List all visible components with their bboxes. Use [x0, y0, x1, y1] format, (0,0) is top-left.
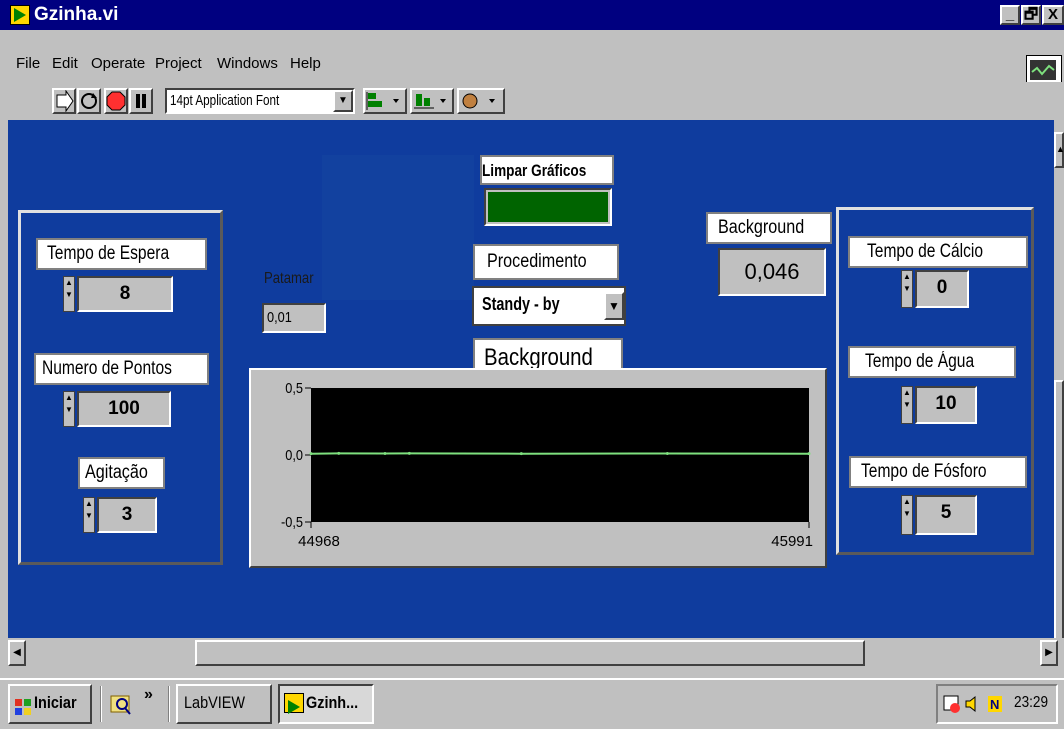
font-select[interactable]: 14pt Application Font: [165, 88, 355, 114]
data-point: [807, 452, 811, 456]
data-point: [383, 452, 387, 456]
patamar-label: Patamar: [264, 270, 314, 287]
menu-project[interactable]: Project: [155, 55, 202, 72]
abort-button[interactable]: [104, 88, 128, 114]
reorder-button[interactable]: [457, 88, 505, 114]
tempo-calcio-field[interactable]: 0: [915, 270, 969, 308]
tempo-espera-label: Tempo de Espera: [36, 238, 207, 270]
quicklaunch-chevron-icon[interactable]: »: [144, 686, 153, 704]
taskbar-separator-2: [168, 686, 170, 722]
windows-logo-icon: [14, 694, 32, 715]
patamar-indicator: 0,01: [262, 303, 326, 333]
menu-file[interactable]: File: [16, 55, 40, 72]
agitacao-field[interactable]: 3: [97, 497, 157, 533]
menu-windows[interactable]: Windows: [217, 55, 278, 72]
menu-edit[interactable]: Edit: [52, 55, 78, 72]
font-select-dropdown-icon[interactable]: ▼: [333, 90, 353, 112]
system-tray: N 23:29: [936, 684, 1058, 724]
tempo-fosforo-spinner[interactable]: ▲ ▼: [901, 495, 913, 535]
waveform-chart: 0,5 0,0 -0,5 44968 45991: [249, 368, 827, 568]
vi-task-icon: [284, 693, 304, 714]
tray-scheduler-icon[interactable]: [942, 694, 962, 714]
data-point: [337, 451, 341, 455]
title-bar: Gzinha.vi _ 🗗 X: [0, 0, 1064, 30]
close-button[interactable]: X: [1042, 5, 1064, 25]
y-tick-label: -0,5: [281, 513, 303, 530]
x-tick-label: 44968: [298, 533, 340, 550]
align-objects-button[interactable]: [363, 88, 407, 114]
window-title: Gzinha.vi: [34, 4, 119, 25]
plot-area: [311, 388, 809, 522]
procedimento-dropdown-icon[interactable]: ▼: [604, 292, 624, 320]
tempo-calcio-spinner[interactable]: ▲ ▼: [901, 270, 913, 308]
horizontal-scrollbar[interactable]: ◀ ▶: [0, 638, 1064, 678]
maximize-button[interactable]: 🗗: [1021, 5, 1041, 25]
run-arrow-button[interactable]: [52, 88, 76, 114]
taskbar-labview-button[interactable]: LabVIEW: [176, 684, 272, 724]
font-select-value: 14pt Application Font: [170, 92, 280, 109]
tempo-espera-spinner[interactable]: ▲ ▼: [63, 276, 75, 312]
menu-operate[interactable]: Operate: [91, 55, 145, 72]
tempo-fosforo-field[interactable]: 5: [915, 495, 977, 535]
procedimento-value: Standy - by: [482, 294, 560, 314]
agitacao-label: Agitação: [78, 457, 165, 489]
horizontal-scroll-thumb[interactable]: [195, 640, 865, 666]
numero-pontos-spinner[interactable]: ▲ ▼: [63, 391, 75, 427]
x-tick-label: 45991: [771, 533, 813, 550]
explorer-quicklaunch-icon[interactable]: [108, 690, 134, 718]
tempo-fosforo-label: Tempo de Fósforo: [849, 456, 1027, 488]
run-continuously-button[interactable]: [77, 88, 101, 114]
data-point: [519, 452, 523, 456]
pause-button[interactable]: [129, 88, 153, 114]
procedimento-label: Procedimento: [473, 244, 619, 280]
tempo-agua-spinner[interactable]: ▲ ▼: [901, 386, 913, 424]
limpar-graficos-label: Limpar Gráficos: [480, 155, 614, 185]
limpar-graficos-led: [488, 192, 608, 222]
numero-pontos-label: Numero de Pontos: [34, 353, 209, 385]
scroll-left-icon[interactable]: ◀: [8, 640, 26, 666]
tray-norton-icon[interactable]: N: [986, 694, 1004, 714]
background-indicator: 0,046: [718, 248, 826, 296]
taskbar-separator: [100, 686, 102, 722]
agitacao-spinner[interactable]: ▲ ▼: [83, 497, 95, 533]
y-tick-label: 0,0: [285, 446, 303, 463]
scroll-right-icon[interactable]: ▶: [1040, 640, 1058, 666]
data-point: [309, 452, 313, 456]
svg-text:N: N: [990, 697, 999, 712]
menu-help[interactable]: Help: [290, 55, 321, 72]
labview-vi-icon[interactable]: [10, 5, 30, 25]
numero-pontos-field[interactable]: 100: [77, 391, 171, 427]
y-tick-label: 0,5: [285, 379, 303, 396]
tray-clock: 23:29: [1014, 694, 1049, 711]
taskbar-gzinha-button[interactable]: Gzinh...: [278, 684, 374, 724]
background-indicator-label: Background: [706, 212, 832, 244]
vertical-scrollbar[interactable]: ▲: [1054, 120, 1064, 720]
tempo-agua-field[interactable]: 10: [915, 386, 977, 424]
chart-svg: 0,5 0,0 -0,5 44968 45991: [281, 379, 813, 550]
procedimento-ring[interactable]: Standy - by ▼: [472, 286, 626, 326]
panel-decoration: [322, 155, 474, 300]
tempo-calcio-label: Tempo de Cálcio: [848, 236, 1028, 268]
distribute-objects-button[interactable]: [410, 88, 454, 114]
data-point: [665, 452, 669, 456]
minimize-button[interactable]: _: [1000, 5, 1020, 25]
limpar-graficos-button[interactable]: [484, 188, 612, 226]
start-button[interactable]: Iniciar: [8, 684, 92, 724]
tempo-agua-label: Tempo de Água: [848, 346, 1016, 378]
scroll-up-icon[interactable]: ▲: [1054, 132, 1064, 168]
taskbar: [0, 678, 1064, 729]
toolbar: [0, 82, 1064, 120]
data-point: [407, 451, 411, 455]
tempo-espera-field[interactable]: 8: [77, 276, 173, 312]
tray-volume-icon[interactable]: [964, 694, 982, 714]
